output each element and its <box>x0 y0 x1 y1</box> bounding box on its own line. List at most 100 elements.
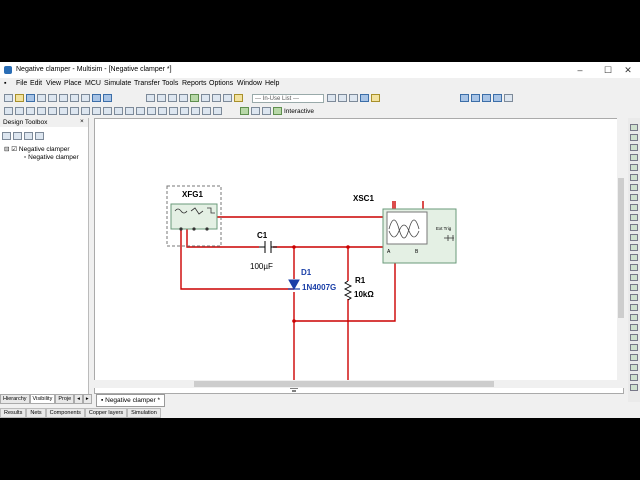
differential-probe-icon[interactable] <box>630 354 638 361</box>
wattmeter-icon[interactable] <box>630 144 638 151</box>
place-ladder-icon[interactable] <box>191 107 200 115</box>
menu-tools[interactable]: Tools <box>162 80 178 87</box>
tree-child[interactable]: ▫ Negative clamper <box>24 154 79 161</box>
menu-window[interactable]: Window <box>237 80 262 87</box>
v-scroll-thumb[interactable] <box>618 178 624 318</box>
place-cmos-icon[interactable] <box>70 107 79 115</box>
tab-nets[interactable]: Nets <box>26 408 46 418</box>
place-electromech-icon[interactable] <box>147 107 156 115</box>
menu-simulate[interactable]: Simulate <box>104 80 131 87</box>
design-toolbox-icon[interactable] <box>157 94 166 102</box>
pause-icon[interactable] <box>251 107 260 115</box>
power-probe-icon[interactable] <box>630 364 638 371</box>
place-rf-icon[interactable] <box>136 107 145 115</box>
place-hierarchical-icon[interactable] <box>169 107 178 115</box>
logic-analyzer-icon[interactable] <box>630 214 638 221</box>
panel-close-icon[interactable]: × <box>80 118 84 125</box>
tab-results[interactable]: Results <box>0 408 27 418</box>
menu-transfer[interactable]: Transfer <box>134 80 160 87</box>
distortion-analyzer-icon[interactable] <box>630 234 638 241</box>
menu-edit[interactable]: Edit <box>30 80 42 87</box>
spreadsheet-icon[interactable] <box>168 94 177 102</box>
capacitor-symbol[interactable] <box>259 241 277 253</box>
zoom-in-icon[interactable] <box>460 94 469 102</box>
place-ground-icon[interactable] <box>213 107 222 115</box>
interactive-mode-icon[interactable] <box>273 107 282 115</box>
copy-icon[interactable] <box>70 94 79 102</box>
full-screen-icon[interactable] <box>504 94 513 102</box>
place-mcu-icon[interactable] <box>158 107 167 115</box>
reference-probe-icon[interactable] <box>630 384 638 391</box>
place-bus-icon[interactable] <box>180 107 189 115</box>
find-examples-icon[interactable] <box>360 94 369 102</box>
network-analyzer-icon[interactable] <box>630 254 638 261</box>
toolbox-close-icon[interactable] <box>35 132 44 140</box>
schematic-drawing[interactable]: XFG1 XSC1 Ext Trig A B C1 100µF D1 1N400… <box>95 119 624 394</box>
run-icon[interactable] <box>240 107 249 115</box>
place-misc-digital-icon[interactable] <box>81 107 90 115</box>
menu-options[interactable]: Options <box>209 80 233 87</box>
tab-copper-layers[interactable]: Copper layers <box>84 408 128 418</box>
fg-minus-terminal[interactable] <box>205 227 209 231</box>
menu-reports[interactable]: Reports <box>182 80 207 87</box>
place-ttl-icon[interactable] <box>59 107 68 115</box>
zoom-area-icon[interactable] <box>482 94 491 102</box>
close-icon[interactable]: ✕ <box>614 63 640 77</box>
minimize-icon[interactable]: – <box>566 63 594 77</box>
back-annotate-icon[interactable] <box>338 94 347 102</box>
new-icon[interactable] <box>4 94 13 102</box>
place-diode-icon[interactable] <box>26 107 35 115</box>
current-probe-icon[interactable] <box>630 324 638 331</box>
postprocessor-icon[interactable] <box>201 94 210 102</box>
agilent-scope-icon[interactable] <box>630 284 638 291</box>
menu-help[interactable]: Help <box>265 80 279 87</box>
save-icon[interactable] <box>26 94 35 102</box>
place-connector-icon[interactable] <box>202 107 211 115</box>
toolbox-open-icon[interactable] <box>13 132 22 140</box>
component-wizard-icon[interactable] <box>234 94 243 102</box>
collapse-icon[interactable]: ⊟ <box>4 146 9 153</box>
ni-elvis-icon[interactable] <box>630 314 638 321</box>
diode-symbol[interactable] <box>288 279 300 291</box>
schematic-canvas[interactable]: XFG1 XSC1 Ext Trig A B C1 100µF D1 1N400… <box>94 118 624 394</box>
word-generator-icon[interactable] <box>630 194 638 201</box>
place-power-icon[interactable] <box>114 107 123 115</box>
place-analog-icon[interactable] <box>48 107 57 115</box>
multimeter-icon[interactable] <box>630 124 638 131</box>
menu-place[interactable]: Place <box>64 80 82 87</box>
tab-visibility[interactable]: Visibility <box>29 394 56 404</box>
place-misc-icon[interactable] <box>125 107 134 115</box>
tab-project[interactable]: Proje <box>55 394 75 404</box>
erc-icon[interactable] <box>327 94 336 102</box>
agilent-fg-icon[interactable] <box>630 264 638 271</box>
place-transistor-icon[interactable] <box>37 107 46 115</box>
h-scroll-thumb[interactable] <box>194 381 494 387</box>
tab-scroll-left-icon[interactable]: ◂ <box>74 394 83 404</box>
toolbox-new-icon[interactable] <box>2 132 11 140</box>
agilent-multimeter-icon[interactable] <box>630 274 638 281</box>
database-icon[interactable] <box>223 94 232 102</box>
tab-scroll-right-icon[interactable]: ▸ <box>82 394 92 404</box>
help-icon[interactable] <box>371 94 380 102</box>
paste-icon[interactable] <box>81 94 90 102</box>
oscilloscope-icon[interactable] <box>630 154 638 161</box>
cut-icon[interactable] <box>59 94 68 102</box>
stop-icon[interactable] <box>262 107 271 115</box>
measurement-probe-icon[interactable] <box>630 334 638 341</box>
doc-icon[interactable]: ▪ <box>4 80 6 87</box>
menu-view[interactable]: View <box>46 80 61 87</box>
document-tab[interactable]: ▪ Negative clamper * <box>96 394 166 407</box>
menu-file[interactable]: File <box>16 80 27 87</box>
logic-converter-icon[interactable] <box>630 204 638 211</box>
undo-icon[interactable] <box>92 94 101 102</box>
interactive-label[interactable]: Interactive <box>284 108 314 115</box>
print-preview-icon[interactable] <box>48 94 57 102</box>
place-basic-icon[interactable] <box>15 107 24 115</box>
parent-sheet-icon[interactable] <box>212 94 221 102</box>
in-use-list-select[interactable]: --- In-Use List --- <box>252 93 324 103</box>
spice-netlist-icon[interactable] <box>179 94 188 102</box>
toggle-fullscreen-icon[interactable] <box>146 94 155 102</box>
tab-hierarchy[interactable]: Hierarchy <box>0 394 30 404</box>
place-mixed-icon[interactable] <box>92 107 101 115</box>
iv-analyzer-icon[interactable] <box>630 224 638 231</box>
